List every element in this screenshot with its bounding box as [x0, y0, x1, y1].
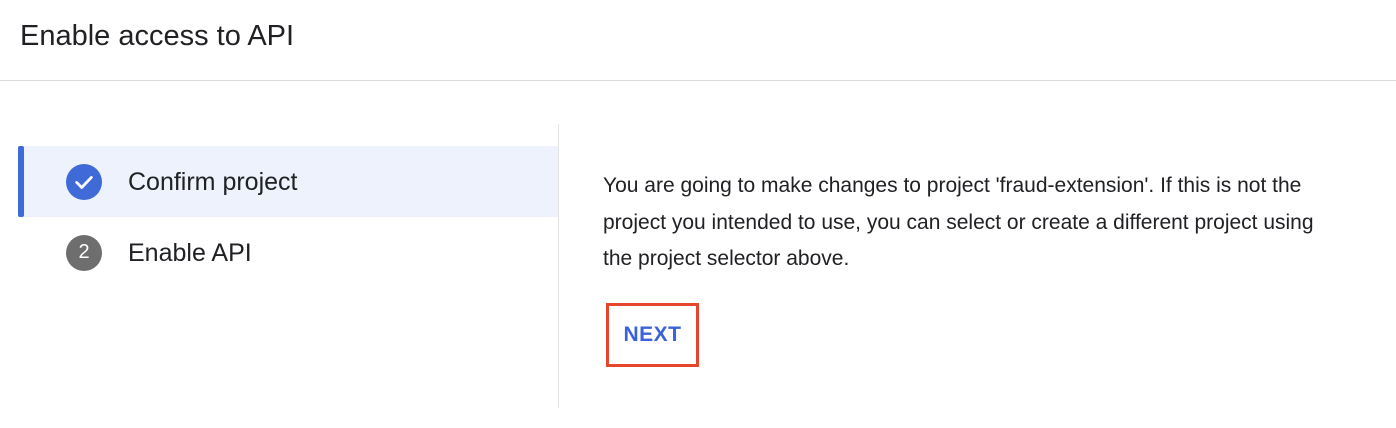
vertical-divider [558, 124, 559, 408]
page-header: Enable access to API [0, 0, 1396, 81]
step-confirm-project[interactable]: Confirm project [18, 146, 558, 217]
stepper: Confirm project 2 Enable API [18, 146, 558, 288]
confirmation-message: You are going to make changes to project… [603, 174, 1314, 270]
step-enable-api[interactable]: 2 Enable API [18, 217, 558, 288]
page-title: Enable access to API [20, 20, 295, 52]
next-button[interactable]: NEXT [609, 306, 696, 364]
check-icon [66, 163, 102, 200]
step-label: Enable API [128, 238, 252, 267]
step-label: Confirm project [128, 167, 298, 196]
step-number-badge: 2 [66, 234, 102, 271]
